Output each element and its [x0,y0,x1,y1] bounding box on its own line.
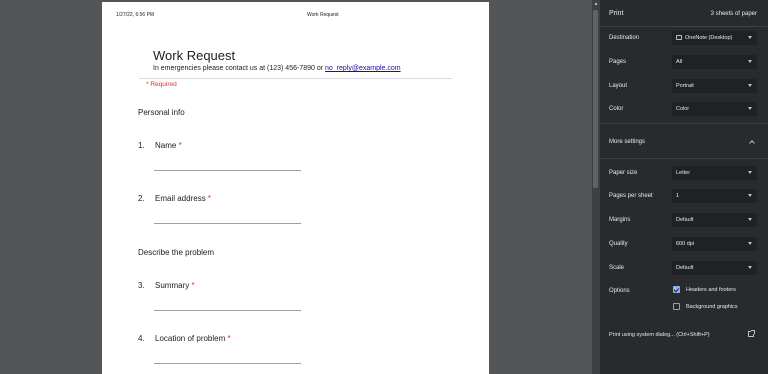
form-title: Work Request [153,48,236,63]
scale-select[interactable]: Default [672,261,757,275]
color-select[interactable]: Color [672,102,757,116]
chevron-down-icon [748,107,752,110]
section-personal-info: Personal info [138,108,185,117]
background-graphics-label: Background graphics [686,304,738,310]
answer-line-name [154,170,301,171]
chevron-down-icon [748,36,752,39]
layout-label: Layout [609,83,628,89]
more-settings-toggle[interactable]: More settings [600,123,768,159]
pages-select[interactable]: All [672,55,757,69]
quality-select[interactable]: 600 dpi [672,237,757,251]
paper-size-select[interactable]: Letter [672,166,757,180]
form-description-text: In emergencies please contact us at (123… [153,65,325,72]
scale-value: Default [676,265,694,271]
print-doc-title: Work Request [307,12,339,18]
margins-label: Margins [609,217,631,223]
chevron-down-icon [748,194,752,197]
print-timestamp: 1/27/22, 6:56 PM [116,12,155,18]
question-email: 2. Email address * [138,194,211,203]
paper-size-label: Paper size [609,170,638,176]
print-preview-area: 1/27/22, 6:56 PM Work Request Work Reque… [0,0,592,374]
color-value: Color [676,106,690,112]
question-number: 2. [138,194,145,203]
scroll-up-icon[interactable]: ▲ [592,0,600,8]
preview-scrollbar[interactable]: ▲ [592,0,600,374]
chevron-down-icon [748,218,752,221]
layout-select[interactable]: Portrait [672,79,757,93]
pages-per-sheet-label: Pages per sheet [609,193,653,199]
required-star: * [207,194,212,203]
required-note: * Required [146,81,177,88]
destination-value: OneNote (Desktop) [685,35,733,41]
question-label: Summary [155,281,190,290]
question-label: Email address [155,194,206,203]
title-divider [139,78,452,79]
answer-line-summary [154,310,301,311]
page-header: 1/27/22, 6:56 PM Work Request [116,12,475,22]
question-label: Name [155,141,177,150]
print-settings-panel: Print 3 sheets of paper Destination OneN… [600,0,768,374]
pages-per-sheet-select[interactable]: 1 [672,189,757,203]
question-name: 1. Name * [138,141,182,150]
question-label: Location of problem [155,334,226,343]
color-label: Color [609,106,624,112]
open-external-icon[interactable] [748,330,755,337]
destination-select[interactable]: OneNote (Desktop) [672,31,757,45]
paper-size-value: Letter [676,170,691,176]
headers-footers-checkbox[interactable] [673,286,680,293]
question-number: 4. [138,334,145,343]
options-label: Options [609,288,630,294]
scale-label: Scale [609,265,625,271]
section-describe-problem: Describe the problem [138,248,215,257]
header-divider [600,26,768,27]
headers-footers-label: Headers and footers [686,287,736,293]
chevron-down-icon [748,171,752,174]
question-number: 1. [138,141,145,150]
chevron-down-icon [748,266,752,269]
printer-icon [676,35,682,40]
chevron-down-icon [748,242,752,245]
print-heading: Print [609,10,624,17]
system-dialog-link[interactable]: Print using system dialog... (Ctrl+Shift… [609,332,710,338]
sheet-count: 3 sheets of paper [710,11,757,17]
required-star: * [227,334,231,343]
required-star: * [191,281,195,290]
form-description: In emergencies please contact us at (123… [153,65,401,72]
pages-value: All [676,59,683,65]
required-star: * [178,141,182,150]
answer-line-email [154,223,301,224]
question-summary: 3. Summary * [138,281,195,290]
margins-select[interactable]: Default [672,213,757,227]
chevron-up-icon [749,140,755,146]
preview-page: 1/27/22, 6:56 PM Work Request Work Reque… [102,2,489,374]
answer-line-location [154,363,301,364]
layout-value: Portrait [676,83,694,89]
background-graphics-checkbox[interactable] [673,303,680,310]
question-number: 3. [138,281,145,290]
contact-email-link[interactable]: no_reply@example.com [325,65,401,72]
chevron-down-icon [748,84,752,87]
margins-value: Default [676,217,694,223]
pages-per-sheet-value: 1 [676,193,680,199]
pages-label: Pages [609,59,627,65]
question-location: 4. Location of problem * [138,334,231,343]
quality-value: 600 dpi [676,241,695,247]
quality-label: Quality [609,241,628,247]
destination-label: Destination [609,35,640,41]
chevron-down-icon [748,60,752,63]
scroll-thumb[interactable] [593,10,598,188]
more-settings-label: More settings [609,139,646,145]
